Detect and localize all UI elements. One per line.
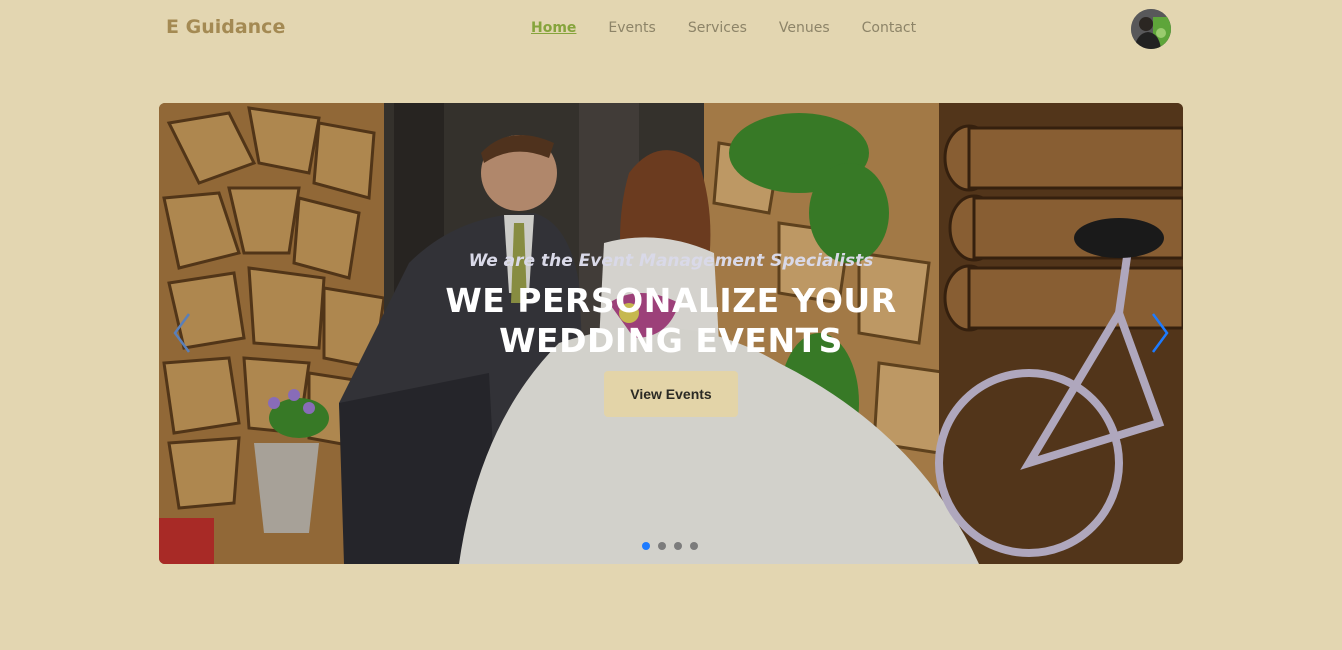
avatar-icon (1131, 9, 1171, 49)
carousel-indicator-3[interactable] (674, 542, 682, 550)
nav-item-contact[interactable]: Contact (862, 20, 916, 36)
carousel-indicator-4[interactable] (690, 542, 698, 550)
carousel-indicator-1[interactable] (642, 542, 650, 550)
hero-subtitle: We are the Event Management Specialists (468, 251, 874, 271)
chevron-right-icon (1151, 313, 1169, 353)
hero-caption: We are the Event Management Specialists … (159, 251, 1183, 417)
chevron-left-icon (173, 313, 191, 353)
navbar: E Guidance Home Events Services Venues C… (0, 0, 1342, 58)
brand-logo[interactable]: E Guidance (166, 16, 285, 38)
nav-item-venues[interactable]: Venues (779, 20, 830, 36)
nav-item-services[interactable]: Services (688, 20, 747, 36)
view-events-button[interactable]: View Events (604, 371, 738, 417)
carousel-prev-button[interactable] (167, 308, 197, 358)
carousel-next-button[interactable] (1145, 308, 1175, 358)
nav-item-events[interactable]: Events (608, 20, 655, 36)
carousel-indicator-2[interactable] (658, 542, 666, 550)
avatar[interactable] (1131, 9, 1171, 49)
main-nav: Home Events Services Venues Contact (531, 20, 916, 36)
hero-title: WE PERSONALIZE YOUR WEDDING EVENTS (445, 281, 897, 360)
hero-carousel: We are the Event Management Specialists … (159, 103, 1183, 564)
carousel-indicators (642, 542, 698, 550)
nav-item-home[interactable]: Home (531, 20, 576, 36)
